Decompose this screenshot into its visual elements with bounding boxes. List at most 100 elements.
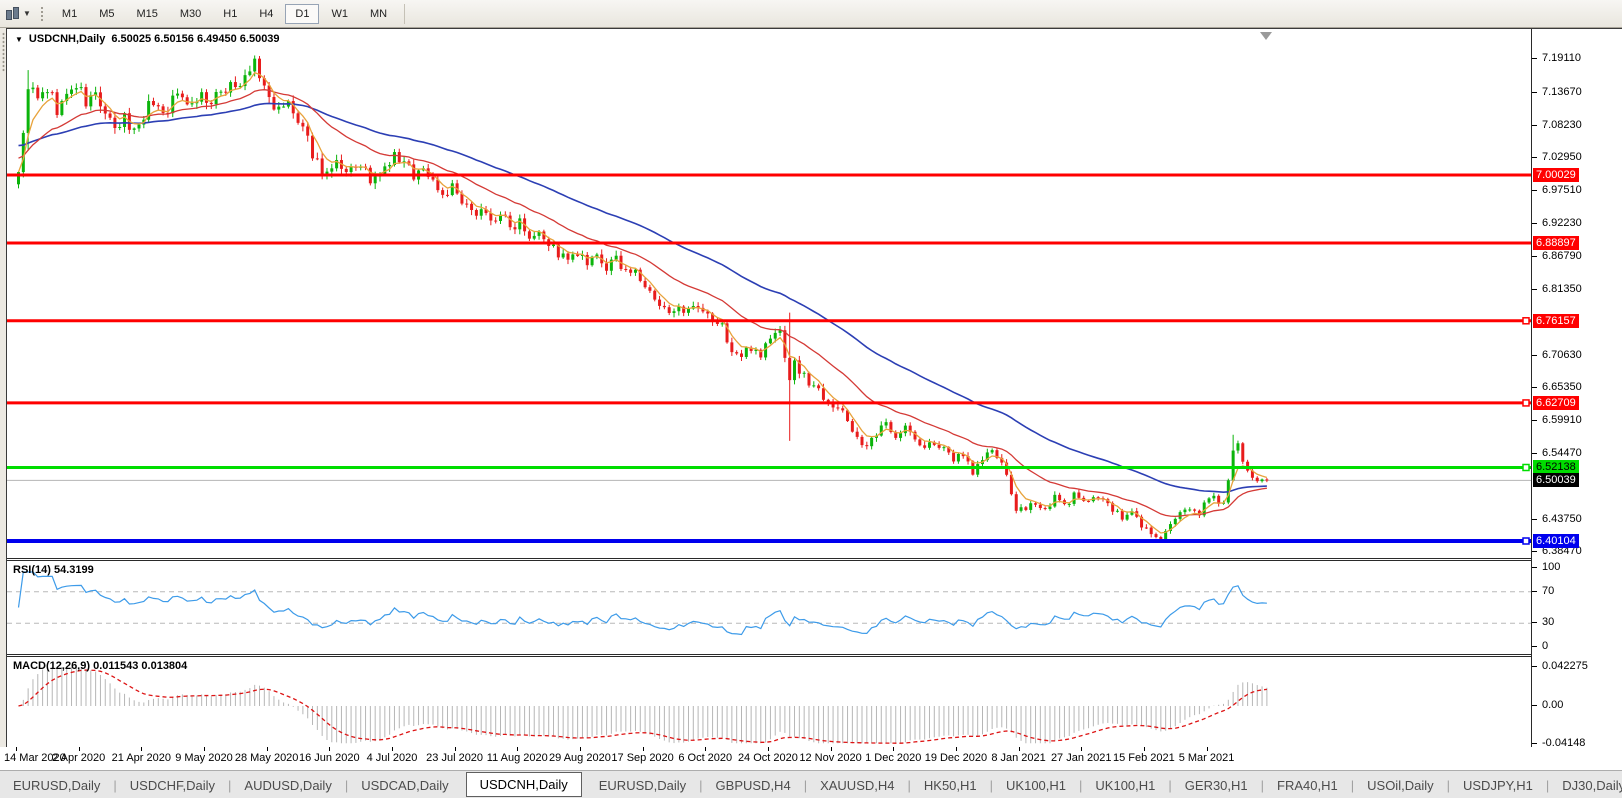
toolbar-separator — [404, 4, 405, 24]
axis-tick-label: 6.81350 — [1542, 283, 1582, 295]
date-label: 11 Aug 2020 — [487, 752, 548, 764]
rsi-axis-tick — [1532, 591, 1537, 592]
timeframe-button-w1[interactable]: W1 — [321, 4, 358, 24]
timeframe-button-m1[interactable]: M1 — [52, 4, 87, 24]
date-tick-mark — [267, 747, 268, 751]
chart-menu-caret-icon[interactable]: ▼ — [15, 35, 23, 44]
timeframe-button-mn[interactable]: MN — [360, 4, 397, 24]
price-level-badge: 7.00029 — [1533, 168, 1579, 182]
date-tick-mark — [580, 747, 581, 751]
date-label: 15 Feb 2021 — [1113, 752, 1175, 764]
axis-tick-mark — [1532, 519, 1537, 520]
date-label: 27 Jan 2021 — [1051, 752, 1112, 764]
axis-tick-mark — [1532, 157, 1537, 158]
axis-tick-label: 7.19110 — [1542, 52, 1581, 64]
axis-tick-mark — [1532, 58, 1537, 59]
date-label: 17 Sep 2020 — [611, 752, 673, 764]
chevron-down-icon[interactable]: ▼ — [23, 9, 31, 18]
rsi-axis-tick — [1532, 646, 1537, 647]
axis-tick-mark — [1532, 256, 1537, 257]
dock-grip-dots — [2, 32, 5, 72]
timeframe-button-h1[interactable]: H1 — [213, 4, 247, 24]
date-label: 6 Oct 2020 — [678, 752, 732, 764]
date-tick-mark — [1144, 747, 1145, 751]
date-tick-mark — [16, 747, 17, 751]
chart-tab-usoil-daily[interactable]: USOil,Daily — [1354, 773, 1446, 798]
axis-tick-mark — [1532, 387, 1537, 388]
toolbar-grip[interactable] — [40, 5, 45, 23]
rsi-axis-label: 30 — [1542, 616, 1554, 628]
axis-tick-mark — [1532, 125, 1537, 126]
axis-tick-label: 6.70630 — [1542, 349, 1582, 361]
rsi-panel[interactable]: RSI(14) 54.3199 — [7, 560, 1531, 655]
axis-tick-mark — [1532, 420, 1537, 421]
date-label: 5 Mar 2021 — [1179, 752, 1235, 764]
chart-tab-eurusd-daily[interactable]: EURUSD,Daily — [0, 773, 113, 798]
chart-tab-hk50-h1[interactable]: HK50,H1 — [911, 773, 990, 798]
date-tick-mark — [1207, 747, 1208, 751]
macd-panel[interactable]: MACD(12,26,9) 0.011543 0.013804 — [7, 656, 1531, 749]
date-tick-mark — [956, 747, 957, 751]
date-tick-mark — [141, 747, 142, 751]
date-axis[interactable]: 14 Mar 20202 Apr 202021 Apr 20209 May 20… — [0, 747, 1622, 770]
axis-tick-label: 7.13670 — [1542, 86, 1582, 98]
timeframe-button-m5[interactable]: M5 — [89, 4, 124, 24]
chart-tab-eurusd-daily[interactable]: EURUSD,Daily — [586, 773, 699, 798]
candlestick-chart-icon[interactable] — [4, 6, 20, 22]
date-label: 21 Apr 2020 — [112, 752, 171, 764]
date-tick-mark — [1081, 747, 1082, 751]
date-label: 4 Jul 2020 — [367, 752, 418, 764]
candles — [17, 55, 1268, 542]
chart-tab-ger30-h1[interactable]: GER30,H1 — [1172, 773, 1261, 798]
timeframe-button-m30[interactable]: M30 — [170, 4, 211, 24]
price-level-badge: 6.40104 — [1533, 534, 1579, 548]
chart-tab-gbpusd-h4[interactable]: GBPUSD,H4 — [703, 773, 804, 798]
chart-tab-audusd-daily[interactable]: AUDUSD,Daily — [231, 773, 344, 798]
macd-axis-tick — [1532, 743, 1537, 744]
candlestick-chart[interactable] — [7, 29, 1531, 558]
chart-tab-usdcnh-daily[interactable]: USDCNH,Daily — [466, 772, 582, 797]
mt4-terminal: ▼ M1M5M15M30H1H4D1W1MN ▼ USDCNH,Daily 6.… — [0, 0, 1622, 798]
axis-tick-mark — [1532, 453, 1537, 454]
macd-plot — [7, 657, 1531, 748]
rsi-axis-tick — [1532, 567, 1537, 568]
date-tick-mark — [204, 747, 205, 751]
rsi-plot — [7, 561, 1531, 654]
chart-tab-usdcad-daily[interactable]: USDCAD,Daily — [348, 773, 461, 798]
rsi-axis-label: 100 — [1542, 561, 1560, 573]
chart-tab-dj30-daily[interactable]: DJ30,Daily — [1549, 773, 1622, 798]
date-label: 28 May 2020 — [235, 752, 299, 764]
chart-tab-fra40-h1[interactable]: FRA40,H1 — [1264, 773, 1351, 798]
timeframe-button-m15[interactable]: M15 — [126, 4, 167, 24]
chart-tab-uk100-h1[interactable]: UK100,H1 — [1082, 773, 1168, 798]
macd-axis-label: 0.042275 — [1542, 660, 1588, 672]
price-axis[interactable]: 7.191107.136707.082307.029506.975106.922… — [1531, 29, 1622, 748]
axis-tick-label: 6.54470 — [1542, 447, 1582, 459]
axis-tick-label: 6.86790 — [1542, 250, 1582, 262]
chart-tab-usdjpy-h1[interactable]: USDJPY,H1 — [1450, 773, 1546, 798]
date-tick-mark — [517, 747, 518, 751]
axis-tick-mark — [1532, 223, 1537, 224]
axis-tick-mark — [1532, 289, 1537, 290]
date-label: 9 May 2020 — [175, 752, 232, 764]
ohlc-values: 6.50025 6.50156 6.49450 6.50039 — [111, 33, 279, 45]
date-tick-mark — [392, 747, 393, 751]
axis-tick-mark — [1532, 190, 1537, 191]
date-label: 23 Jul 2020 — [426, 752, 483, 764]
date-tick-mark — [831, 747, 832, 751]
timeframe-button-h4[interactable]: H4 — [249, 4, 283, 24]
date-tick-mark — [455, 747, 456, 751]
date-tick-mark — [79, 747, 80, 751]
chart-tab-uk100-h1[interactable]: UK100,H1 — [993, 773, 1079, 798]
date-label: 2 Apr 2020 — [52, 752, 105, 764]
chart-tab-usdchf-daily[interactable]: USDCHF,Daily — [117, 773, 228, 798]
axis-tick-label: 6.97510 — [1542, 184, 1582, 196]
timeframe-toolbar: ▼ M1M5M15M30H1H4D1W1MN — [0, 0, 1622, 28]
date-tick-mark — [705, 747, 706, 751]
timeframe-button-d1[interactable]: D1 — [285, 4, 319, 24]
chart-tab-xauusd-h4[interactable]: XAUUSD,H4 — [807, 773, 907, 798]
date-label: 1 Dec 2020 — [865, 752, 921, 764]
date-label: 8 Jan 2021 — [991, 752, 1045, 764]
main-price-panel[interactable]: ▼ USDCNH,Daily 6.50025 6.50156 6.49450 6… — [7, 29, 1531, 559]
date-label: 12 Nov 2020 — [799, 752, 861, 764]
